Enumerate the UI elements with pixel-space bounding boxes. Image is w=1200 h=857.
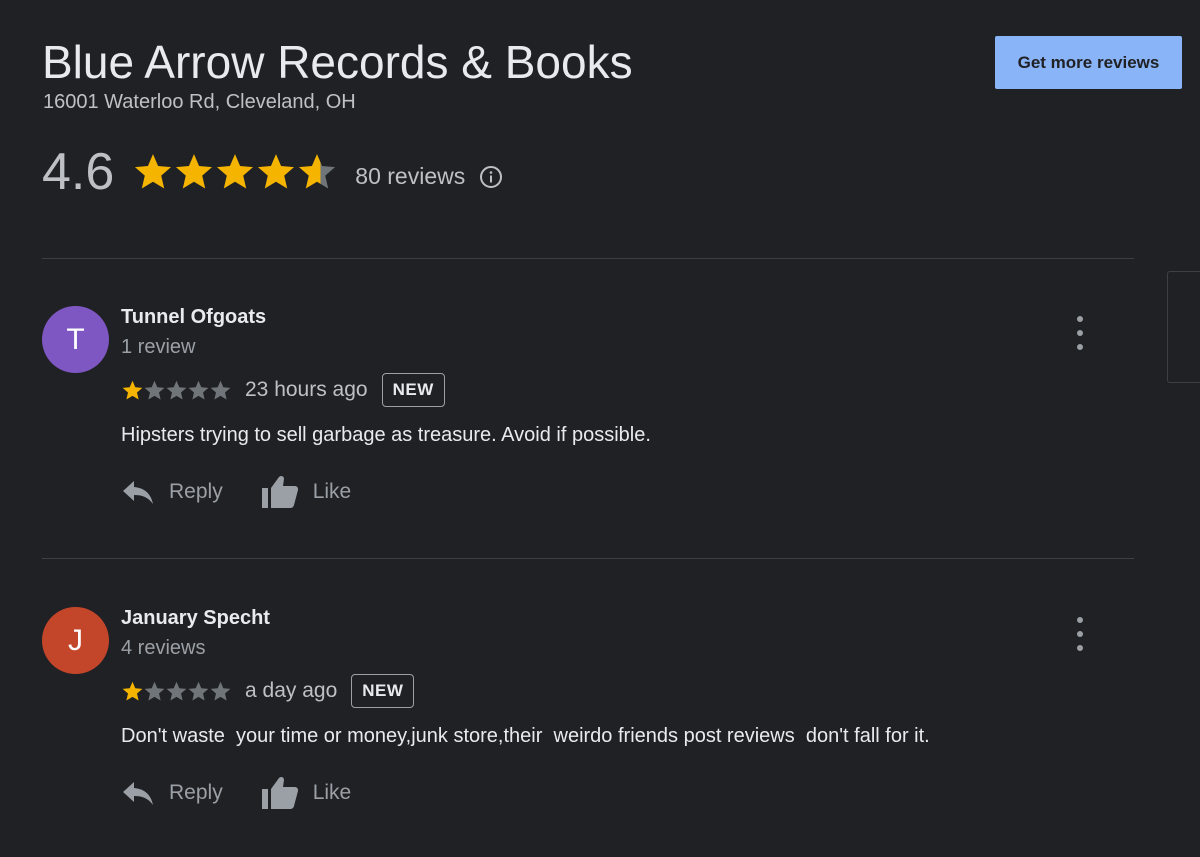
divider — [42, 258, 1134, 259]
star-icon — [188, 380, 209, 400]
reply-icon — [123, 782, 153, 805]
review-text: Hipsters trying to sell garbage as treas… — [121, 424, 651, 446]
avatar[interactable]: T — [42, 306, 109, 373]
side-panel-handle[interactable] — [1167, 271, 1200, 383]
more-options-button[interactable] — [1068, 617, 1092, 651]
reviewer-name[interactable]: January Specht — [121, 607, 270, 630]
star-icon — [144, 681, 165, 701]
review-count[interactable]: 80 reviews — [355, 163, 465, 190]
more-vert-icon — [1077, 316, 1083, 322]
review-time: a day ago — [245, 679, 338, 702]
review-text: Don't waste your time or money,junk stor… — [121, 725, 930, 747]
like-button[interactable]: Like — [261, 474, 352, 510]
thumbs-up-icon — [261, 776, 298, 809]
star-icon — [135, 154, 172, 189]
star-icon — [210, 380, 231, 400]
review-time: 23 hours ago — [245, 378, 368, 401]
star-icon — [176, 154, 213, 189]
average-rating: 4.6 — [42, 143, 115, 201]
business-name: Blue Arrow Records & Books — [42, 36, 633, 88]
like-label: Like — [312, 781, 352, 804]
reviewer-review-count: 1 review — [121, 336, 196, 358]
review-meta: 23 hours ago NEW — [121, 372, 445, 408]
reply-icon — [123, 481, 153, 504]
like-label: Like — [312, 480, 352, 503]
reviewer-review-count: 4 reviews — [121, 637, 206, 659]
avatar[interactable]: J — [42, 607, 109, 674]
info-icon[interactable] — [479, 165, 503, 189]
new-badge: NEW — [381, 373, 445, 407]
star-icon — [122, 380, 143, 400]
review-actions: Reply Like — [121, 472, 389, 512]
review-stars — [121, 680, 231, 703]
star-icon — [188, 681, 209, 701]
divider — [42, 558, 1134, 559]
average-rating-stars — [132, 151, 337, 193]
star-icon — [299, 154, 336, 189]
like-button[interactable]: Like — [261, 775, 352, 811]
business-address: 16001 Waterloo Rd, Cleveland, OH — [43, 91, 356, 113]
reply-label: Reply — [169, 781, 223, 804]
rating-summary: 4.6 80 reviews — [42, 140, 503, 204]
reviewer-name[interactable]: Tunnel Ofgoats — [121, 306, 266, 329]
star-icon — [166, 380, 187, 400]
more-options-button[interactable] — [1068, 316, 1092, 350]
star-icon — [166, 681, 187, 701]
star-icon — [210, 681, 231, 701]
reply-button[interactable]: Reply — [121, 478, 223, 506]
review-stars — [121, 379, 231, 402]
star-icon — [122, 681, 143, 701]
get-more-reviews-button[interactable]: Get more reviews — [995, 36, 1182, 89]
review-actions: Reply Like — [121, 773, 389, 813]
star-icon — [144, 380, 165, 400]
star-icon — [258, 154, 295, 189]
thumbs-up-icon — [261, 475, 298, 508]
more-vert-icon — [1077, 617, 1083, 623]
reviews-page: Blue Arrow Records & Books 16001 Waterlo… — [0, 0, 1200, 857]
star-icon — [217, 154, 254, 189]
reply-label: Reply — [169, 480, 223, 503]
review-meta: a day ago NEW — [121, 673, 415, 709]
reply-button[interactable]: Reply — [121, 779, 223, 807]
new-badge: NEW — [351, 674, 415, 708]
